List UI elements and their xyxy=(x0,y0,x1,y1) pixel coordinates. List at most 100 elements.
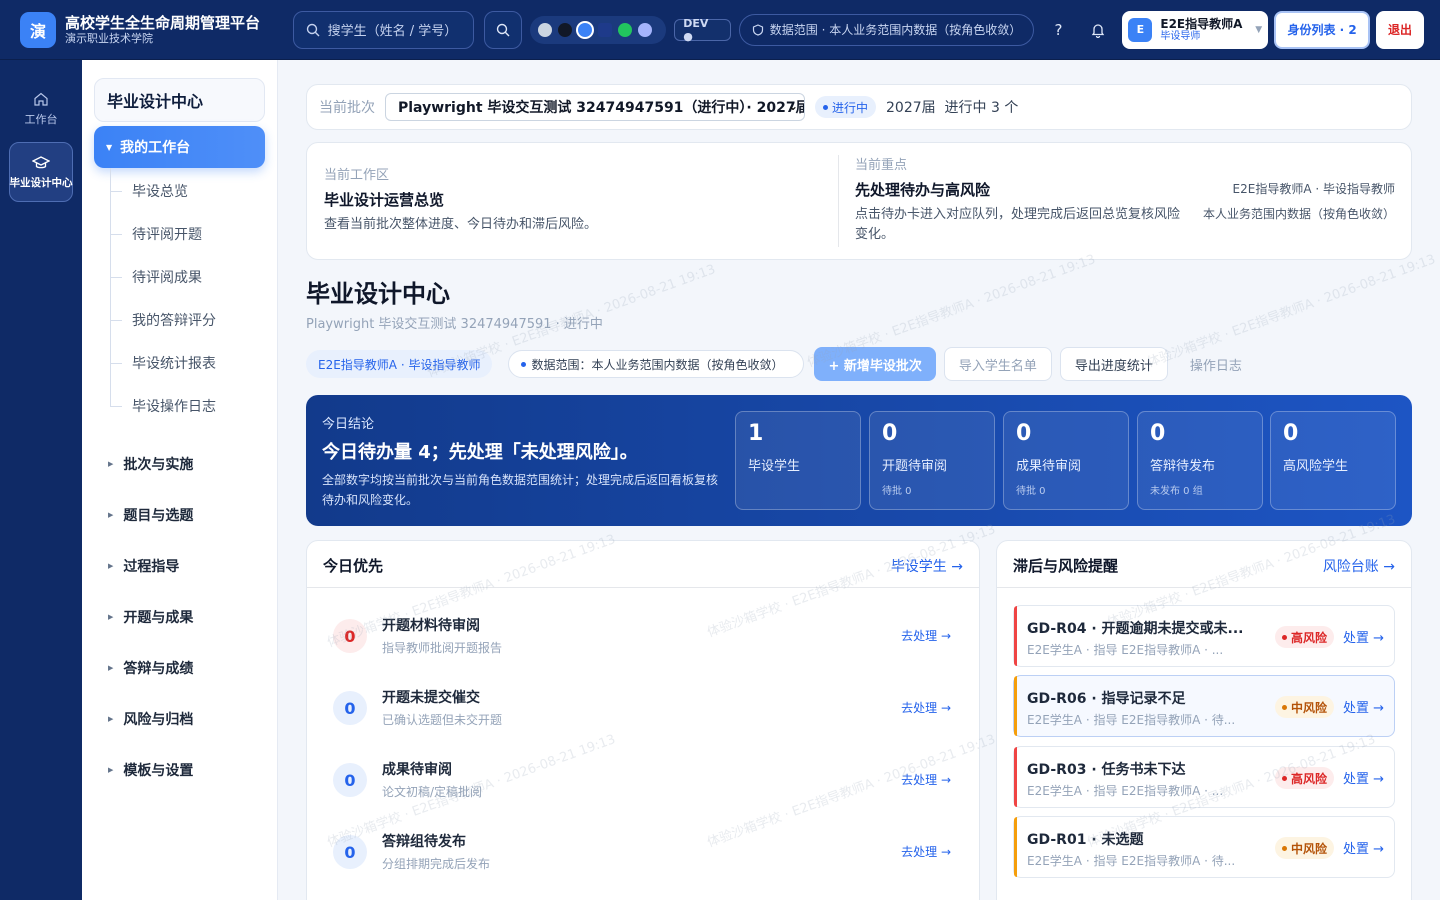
batch-label: 当前批次 xyxy=(319,100,375,116)
identity-list-button[interactable]: 身份列表 · 2 xyxy=(1274,10,1371,49)
students-link[interactable]: 毕设学生 → xyxy=(891,556,963,576)
todo-action-link[interactable]: 去处理 → xyxy=(901,843,951,860)
todo-action-link[interactable]: 去处理 → xyxy=(901,771,951,788)
sidebar-group-defense-grades[interactable]: ▶ 答辩与成绩 xyxy=(108,658,193,678)
risk-level-bar xyxy=(1014,817,1017,877)
focus-title: 先处理待办与高风险 xyxy=(855,181,991,199)
stat-label: 答辩待发布 xyxy=(1150,459,1216,474)
top-bar: 演 高校学生全生命周期管理平台 演示职业技术学院 搜学生（姓名 / 学号） DE… xyxy=(0,0,1440,60)
risk-ledger-link[interactable]: 风险台账 → xyxy=(1323,556,1395,576)
student-search-input[interactable]: 搜学生（姓名 / 学号） xyxy=(292,10,475,49)
stat-card-proposal-review[interactable]: 0 开题待审阅 待批 0 xyxy=(869,411,995,510)
risk-badge: 中风险 xyxy=(1274,696,1334,718)
rail-item-graduation-center[interactable]: 毕业设计中心 xyxy=(9,142,73,202)
todo-item[interactable]: 0 答辩组待发布 分组排期完成后发布 去处理 → xyxy=(323,827,963,889)
meta-role: E2E指导教师A · 毕设指导教师 xyxy=(1232,182,1395,196)
import-students-button[interactable]: 导入学生名单 xyxy=(943,347,1052,381)
batch-select[interactable]: Playwright 毕设交互测试 32474947591（进行中）· 2027… xyxy=(385,93,805,121)
rail-item-workbench[interactable]: 工作台 xyxy=(9,80,73,138)
brand: 高校学生全生命周期管理平台 演示职业技术学院 xyxy=(65,14,285,46)
sidebar-group-topics[interactable]: ▶ 题目与选题 xyxy=(108,505,193,525)
caret-right-icon: ▶ xyxy=(108,664,114,672)
user-menu[interactable]: E E2E指导教师A 毕设导师 ▼ xyxy=(1122,10,1269,49)
todo-action-link[interactable]: 去处理 → xyxy=(901,699,951,716)
sidebar-item-my-workbench[interactable]: ▼ 我的工作台 xyxy=(94,126,265,168)
sidebar: 毕业设计中心 ▼ 我的工作台 毕设总览 待评阅开题 待评阅成果 我的答辩评分 毕… xyxy=(82,60,278,900)
workspace-info: 当前工作区 毕业设计运营总览 查看当前批次整体进度、今日待办和滞后风险。 xyxy=(324,167,824,235)
search-placeholder: 搜学生（姓名 / 学号） xyxy=(327,24,458,39)
risk-item[interactable]: GD-R06 · 指导记录不足 E2E学生A · 指导 E2E指导教师A · 待… xyxy=(1013,675,1395,737)
theme-swatch-1[interactable] xyxy=(538,22,553,37)
main-content: 当前批次 Playwright 毕设交互测试 32474947591（进行中）·… xyxy=(278,60,1440,900)
caret-down-icon: ▼ xyxy=(106,142,113,152)
risk-item-desc: E2E学生A · 指导 E2E指导教师A · ... xyxy=(1027,643,1224,657)
risk-item[interactable]: GD-R01 · 未选题 E2E学生A · 指导 E2E指导教师A · 待...… xyxy=(1013,816,1395,878)
sidebar-sub-stats-report[interactable]: 毕设统计报表 xyxy=(110,352,216,374)
logout-button[interactable]: 退出 xyxy=(1376,10,1425,49)
sidebar-sub-operation-log[interactable]: 毕设操作日志 xyxy=(110,395,216,417)
app-title: 高校学生全生命周期管理平台 xyxy=(64,13,260,32)
user-info: E2E指导教师A 毕设导师 xyxy=(1160,17,1242,43)
theme-swatch-5[interactable] xyxy=(618,22,633,37)
sidebar-sub-defense-scoring[interactable]: 我的答辩评分 xyxy=(110,309,216,331)
risk-badge-text: 中风险 xyxy=(1290,700,1327,715)
risk-item-desc: E2E学生A · 指导 E2E指导教师A · 待... xyxy=(1027,713,1236,727)
todo-title: 开题未提交催交 xyxy=(382,690,480,706)
stat-card-defense-publish[interactable]: 0 答辩待发布 未发布 0 组 xyxy=(1137,411,1263,510)
risk-item-title: GD-R01 · 未选题 xyxy=(1027,832,1144,848)
divider xyxy=(997,587,1411,588)
risk-handle-link[interactable]: 处置 → xyxy=(1343,768,1384,787)
notification-button[interactable] xyxy=(1084,16,1112,44)
user-role: 毕设导师 xyxy=(1160,30,1201,42)
risk-badge-text: 中风险 xyxy=(1290,841,1327,856)
search-button[interactable] xyxy=(484,10,523,49)
stat-value: 0 xyxy=(1283,421,1299,446)
focus-label: 当前重点 xyxy=(855,158,908,173)
sidebar-group-guidance[interactable]: ▶ 过程指导 xyxy=(108,556,179,576)
data-scope-indicator: 数据范围 · 本人业务范围内数据（按角色收敛） xyxy=(738,13,1035,46)
today-summary: 今日结论 今日待办量 4；先处理「未处理风险」。 全部数字均按当前批次与当前角色… xyxy=(306,395,1412,526)
risk-badge-text: 高风险 xyxy=(1290,771,1327,786)
stat-card-students[interactable]: 1 毕设学生 xyxy=(735,411,861,510)
risk-handle-link[interactable]: 处置 → xyxy=(1343,627,1384,646)
theme-switcher xyxy=(530,15,667,44)
rail-label-workbench: 工作台 xyxy=(24,113,58,126)
chevron-down-icon: ▼ xyxy=(1255,24,1263,35)
home-icon xyxy=(34,92,48,106)
sidebar-sub-proposal-review[interactable]: 待评阅开题 xyxy=(110,223,202,245)
todo-desc: 论文初稿/定稿批阅 xyxy=(382,785,483,799)
theme-swatch-2[interactable] xyxy=(558,22,573,37)
theme-swatch-6[interactable] xyxy=(638,22,653,37)
risk-handle-link[interactable]: 处置 → xyxy=(1343,838,1384,857)
operation-log-button[interactable]: 操作日志 xyxy=(1176,347,1256,381)
todo-item[interactable]: 0 成果待审阅 论文初稿/定稿批阅 去处理 → xyxy=(323,755,963,817)
risk-handle-link[interactable]: 处置 → xyxy=(1343,697,1384,716)
theme-swatch-3[interactable] xyxy=(578,22,593,37)
sidebar-sub-overview[interactable]: 毕设总览 xyxy=(110,180,188,202)
search-icon xyxy=(497,23,510,36)
sidebar-group-proposal-results[interactable]: ▶ 开题与成果 xyxy=(108,607,193,627)
help-button[interactable]: ? xyxy=(1044,16,1072,44)
sidebar-group-templates[interactable]: ▶ 模板与设置 xyxy=(108,760,193,780)
sidebar-group-label: 开题与成果 xyxy=(123,610,194,626)
workspace-label: 当前工作区 xyxy=(324,168,390,183)
stat-card-high-risk[interactable]: 0 高风险学生 xyxy=(1270,411,1396,510)
todo-item[interactable]: 0 开题未提交催交 已确认选题但未交开题 去处理 → xyxy=(323,683,963,745)
theme-swatch-4[interactable] xyxy=(598,22,613,37)
sidebar-group-risk-archive[interactable]: ▶ 风险与归档 xyxy=(108,709,193,729)
risk-item[interactable]: GD-R04 · 开题逾期未提交或未... E2E学生A · 指导 E2E指导教… xyxy=(1013,605,1395,667)
stat-card-result-review[interactable]: 0 成果待审阅 待批 0 xyxy=(1003,411,1129,510)
stat-label: 毕设学生 xyxy=(748,459,801,474)
risk-item[interactable]: GD-R03 · 任务书未下达 E2E学生A · 指导 E2E指导教师A · .… xyxy=(1013,746,1395,808)
shield-icon xyxy=(752,23,763,36)
todo-title: 答辩组待发布 xyxy=(382,834,466,850)
todo-action-link[interactable]: 去处理 → xyxy=(901,627,951,644)
todo-item[interactable]: 0 开题材料待审阅 指导教师批阅开题报告 去处理 → xyxy=(323,611,963,673)
add-batch-button[interactable]: + 新增毕设批次 xyxy=(814,347,936,381)
sidebar-sub-result-review[interactable]: 待评阅成果 xyxy=(110,266,202,288)
todo-count: 0 xyxy=(333,835,367,869)
chevron-down-icon: ⌄ xyxy=(787,99,798,113)
sidebar-group-batch[interactable]: ▶ 批次与实施 xyxy=(108,454,193,474)
export-progress-button[interactable]: 导出进度统计 xyxy=(1059,347,1168,381)
stat-value: 0 xyxy=(1016,421,1032,446)
